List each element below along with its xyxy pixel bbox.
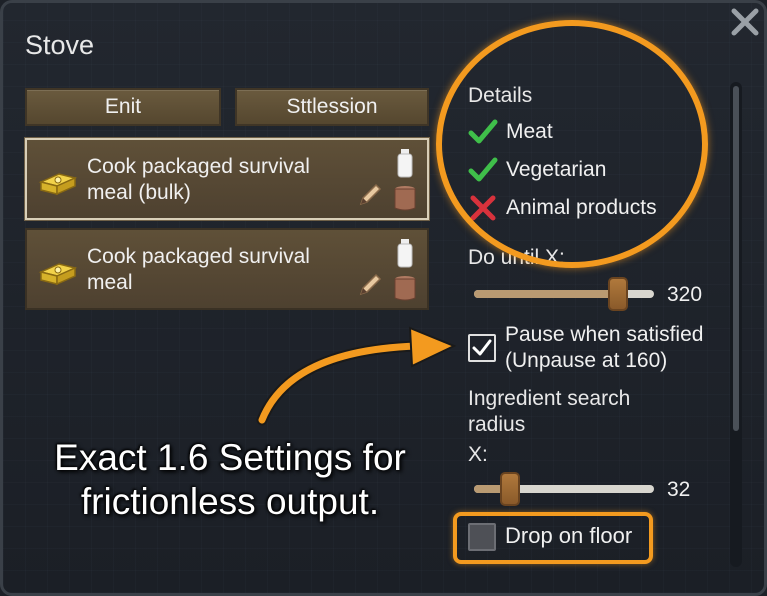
radius-value: 32 — [667, 478, 691, 501]
survival-meal-icon — [38, 263, 77, 286]
window-title: Stove — [25, 30, 95, 60]
pencil-icon[interactable] — [357, 272, 383, 298]
overlay-caption: Exact 1.6 Settings for frictionless outp… — [54, 437, 406, 522]
bottle-icon[interactable] — [395, 148, 415, 178]
do-until-slider[interactable] — [474, 277, 654, 311]
pause-label: Pause when satisfied (Unpause at 160) — [505, 323, 704, 372]
do-until-value: 320 — [667, 283, 703, 306]
right-top-button[interactable]: Sttlession — [235, 88, 429, 126]
checkmark-icon — [472, 339, 492, 356]
bottle-icon[interactable] — [395, 238, 415, 268]
bill-label: Cook packaged survival meal (bulk) — [87, 155, 310, 204]
highlight-circle — [436, 20, 708, 268]
slider-handle[interactable] — [608, 277, 628, 311]
bill-label: Cook packaged survival meal — [87, 245, 310, 294]
scrollbar-thumb[interactable] — [733, 86, 739, 431]
bill-row[interactable]: Cook packaged survival meal (bulk) — [25, 138, 429, 220]
slider-fill — [474, 290, 618, 298]
trash-can-icon[interactable] — [393, 274, 417, 302]
curved-arrow-icon — [256, 326, 457, 426]
drop-label: Drop on floor — [505, 523, 633, 548]
pencil-icon[interactable] — [357, 182, 383, 208]
slider-handle[interactable] — [500, 472, 520, 506]
radius-slider[interactable] — [474, 472, 654, 506]
close-icon[interactable] — [730, 6, 760, 38]
drop-checkbox[interactable] — [468, 523, 496, 551]
left-top-button[interactable]: Enit — [25, 88, 221, 126]
trash-can-icon[interactable] — [393, 184, 417, 212]
radius-x-label: X: — [468, 443, 488, 466]
bill-row[interactable]: Cook packaged survival meal — [25, 228, 429, 310]
pause-checkbox[interactable] — [468, 334, 496, 362]
radius-label: Ingredient search radius — [468, 387, 631, 436]
survival-meal-icon — [38, 173, 77, 196]
